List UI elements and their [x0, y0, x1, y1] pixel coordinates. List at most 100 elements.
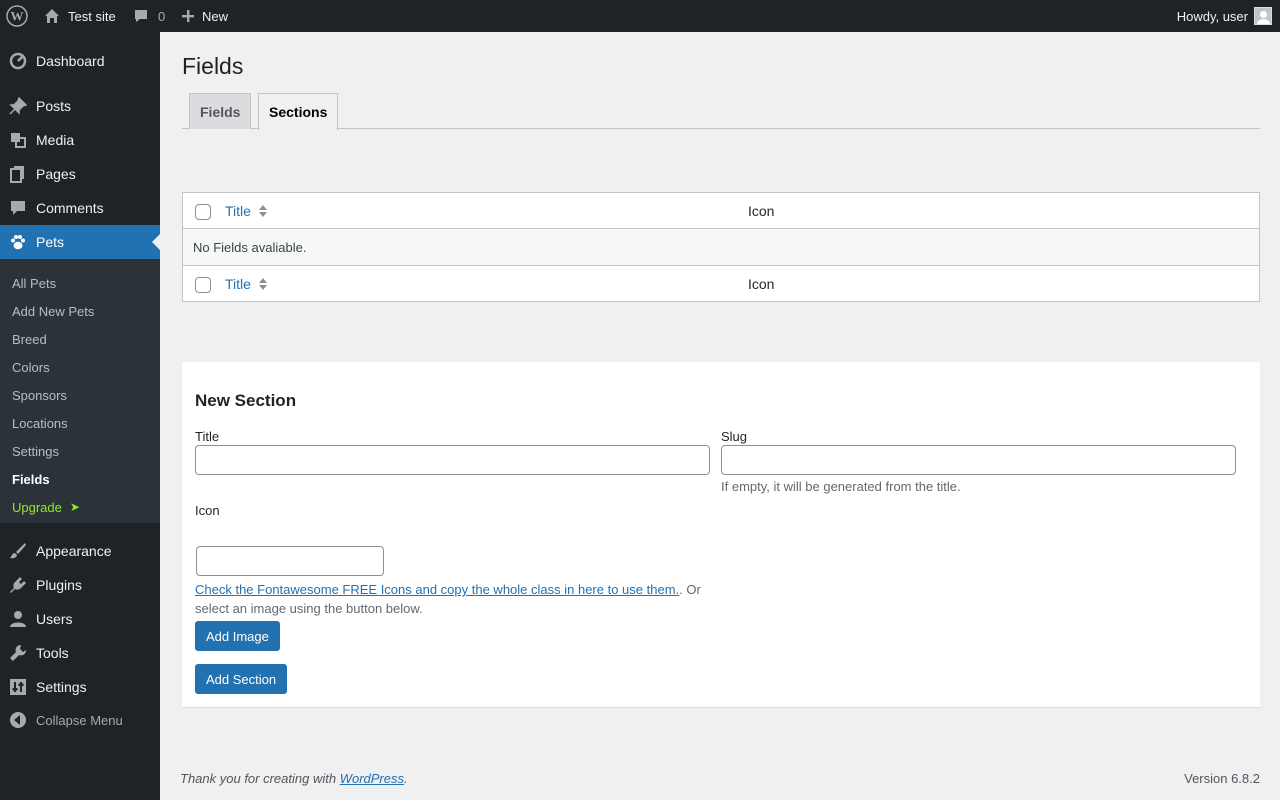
wrench-icon [0, 644, 36, 662]
new-section-panel: New Section Title Slug If empty, it will… [182, 362, 1260, 708]
new-content-link[interactable]: New [182, 0, 228, 32]
footer-suffix: . [404, 771, 408, 786]
user-account-menu[interactable]: Howdy, user [1177, 0, 1272, 32]
new-section-heading: New Section [195, 391, 297, 410]
footer-thanks: Thank you for creating with WordPress. [180, 771, 408, 786]
submenu-item-locations[interactable]: Locations [12, 409, 68, 437]
menu-item-pets[interactable]: Pets [0, 225, 160, 259]
add-image-button[interactable]: Add Image [195, 621, 280, 651]
slug-help-text: If empty, it will be generated from the … [721, 479, 961, 494]
home-icon [45, 9, 59, 23]
title-input[interactable] [195, 445, 710, 475]
dashboard-icon [0, 52, 36, 70]
admin-menu: Dashboard Posts Media Pages Comments Pet… [0, 32, 160, 800]
icon-input[interactable] [196, 546, 384, 576]
site-name-link[interactable]: Test site [44, 0, 116, 32]
menu-item-comments[interactable]: Comments [0, 191, 160, 225]
arrow-icon: ➤ [69, 500, 80, 514]
submenu-item-upgrade[interactable]: Upgrade ➤ [12, 493, 80, 521]
nav-tabs: Fields Sections [182, 93, 1260, 130]
sections-table: Title Icon No Fields avaliable. Title Ic… [182, 192, 1260, 302]
submenu-item-add-new-pets[interactable]: Add New Pets [12, 297, 94, 325]
submenu-item-settings[interactable]: Settings [12, 437, 59, 465]
menu-label: Posts [36, 98, 72, 114]
upgrade-label: Upgrade [12, 499, 62, 515]
title-label: Title [195, 429, 220, 444]
select-all-checkbox[interactable] [195, 204, 211, 220]
submenu-item-breed[interactable]: Breed [12, 325, 47, 353]
site-name: Test site [68, 8, 116, 24]
footer-prefix: Thank you for creating with [180, 771, 340, 786]
menu-item-users[interactable]: Users [0, 602, 160, 636]
slug-label: Slug [721, 429, 748, 444]
submenu-item-colors[interactable]: Colors [12, 353, 50, 381]
menu-item-dashboard[interactable]: Dashboard [0, 44, 160, 78]
title-column-header[interactable]: Title [225, 203, 267, 219]
menu-label: Comments [36, 200, 104, 216]
fontawesome-link[interactable]: Check the Fontawesome FREE Icons and cop… [195, 582, 679, 597]
menu-label: Pets [36, 234, 65, 250]
user-icon [0, 610, 36, 628]
submenu-item-sponsors[interactable]: Sponsors [12, 381, 67, 409]
wordpress-link[interactable]: WordPress [340, 771, 404, 786]
menu-label: Dashboard [36, 53, 105, 69]
sort-icon [258, 277, 267, 290]
column-label: Title [225, 202, 251, 219]
menu-label: Settings [36, 679, 87, 695]
menu-item-media[interactable]: Media [0, 123, 160, 157]
comments-count: 0 [158, 8, 166, 24]
menu-item-tools[interactable]: Tools [0, 636, 160, 670]
menu-label: Users [36, 611, 73, 627]
plugin-icon [0, 576, 36, 594]
menu-item-plugins[interactable]: Plugins [0, 568, 160, 602]
table-header-row: Title Icon [183, 193, 1259, 229]
page-title: Fields [182, 53, 244, 79]
icon-label: Icon [195, 503, 220, 518]
tab-sections[interactable]: Sections [258, 93, 339, 130]
admin-bar: W Test site 0 New Howdy, user [0, 0, 1280, 32]
table-empty-row: No Fields avaliable. [183, 229, 1259, 265]
menu-item-appearance[interactable]: Appearance [0, 534, 160, 568]
comments-link[interactable]: 0 [133, 0, 165, 32]
add-section-button[interactable]: Add Section [195, 664, 288, 694]
settings-sliders-icon [0, 678, 36, 696]
column-label: Title [225, 275, 251, 292]
footer-version: Version 6.8.2 [1184, 771, 1260, 786]
pages-icon [0, 165, 36, 183]
menu-label: Tools [36, 645, 69, 661]
title-column-footer[interactable]: Title [225, 276, 267, 292]
paw-icon [0, 233, 36, 251]
wordpress-logo-icon[interactable]: W [6, 0, 30, 32]
menu-label: Media [36, 132, 75, 148]
slug-input[interactable] [721, 445, 1236, 475]
icon-column-footer: Icon [748, 275, 775, 292]
howdy-text: Howdy, user [1176, 8, 1248, 24]
menu-item-pages[interactable]: Pages [0, 157, 160, 191]
new-label: New [202, 8, 229, 24]
menu-item-settings[interactable]: Settings [0, 670, 160, 704]
pushpin-icon [0, 97, 36, 115]
table-footer-row: Title Icon [183, 265, 1259, 301]
media-icon [0, 131, 36, 149]
paintbrush-icon [0, 542, 36, 560]
svg-text:W: W [11, 9, 24, 24]
submenu-item-fields[interactable]: Fields [12, 465, 50, 493]
avatar [1254, 7, 1272, 25]
menu-label: Plugins [36, 577, 82, 593]
tab-fields[interactable]: Fields [189, 93, 252, 129]
collapse-menu-button[interactable]: Collapse Menu [0, 703, 160, 737]
select-all-checkbox-footer[interactable] [195, 277, 211, 293]
main-content: Fields Fields Sections Title Icon No Fie… [160, 32, 1280, 800]
menu-item-posts[interactable]: Posts [0, 89, 160, 123]
comment-icon [135, 10, 147, 22]
submenu-item-all-pets[interactable]: All Pets [12, 269, 56, 297]
sort-icon [258, 204, 267, 217]
menu-label: Pages [36, 166, 76, 182]
icon-column-header: Icon [748, 202, 775, 219]
pets-submenu: All Pets Add New Pets Breed Colors Spons… [0, 259, 160, 523]
plus-icon [182, 10, 194, 22]
menu-label: Collapse Menu [36, 712, 123, 728]
menu-label: Appearance [36, 543, 112, 559]
icon-help-text: Check the Fontawesome FREE Icons and cop… [195, 580, 715, 618]
comments-icon [0, 199, 36, 217]
